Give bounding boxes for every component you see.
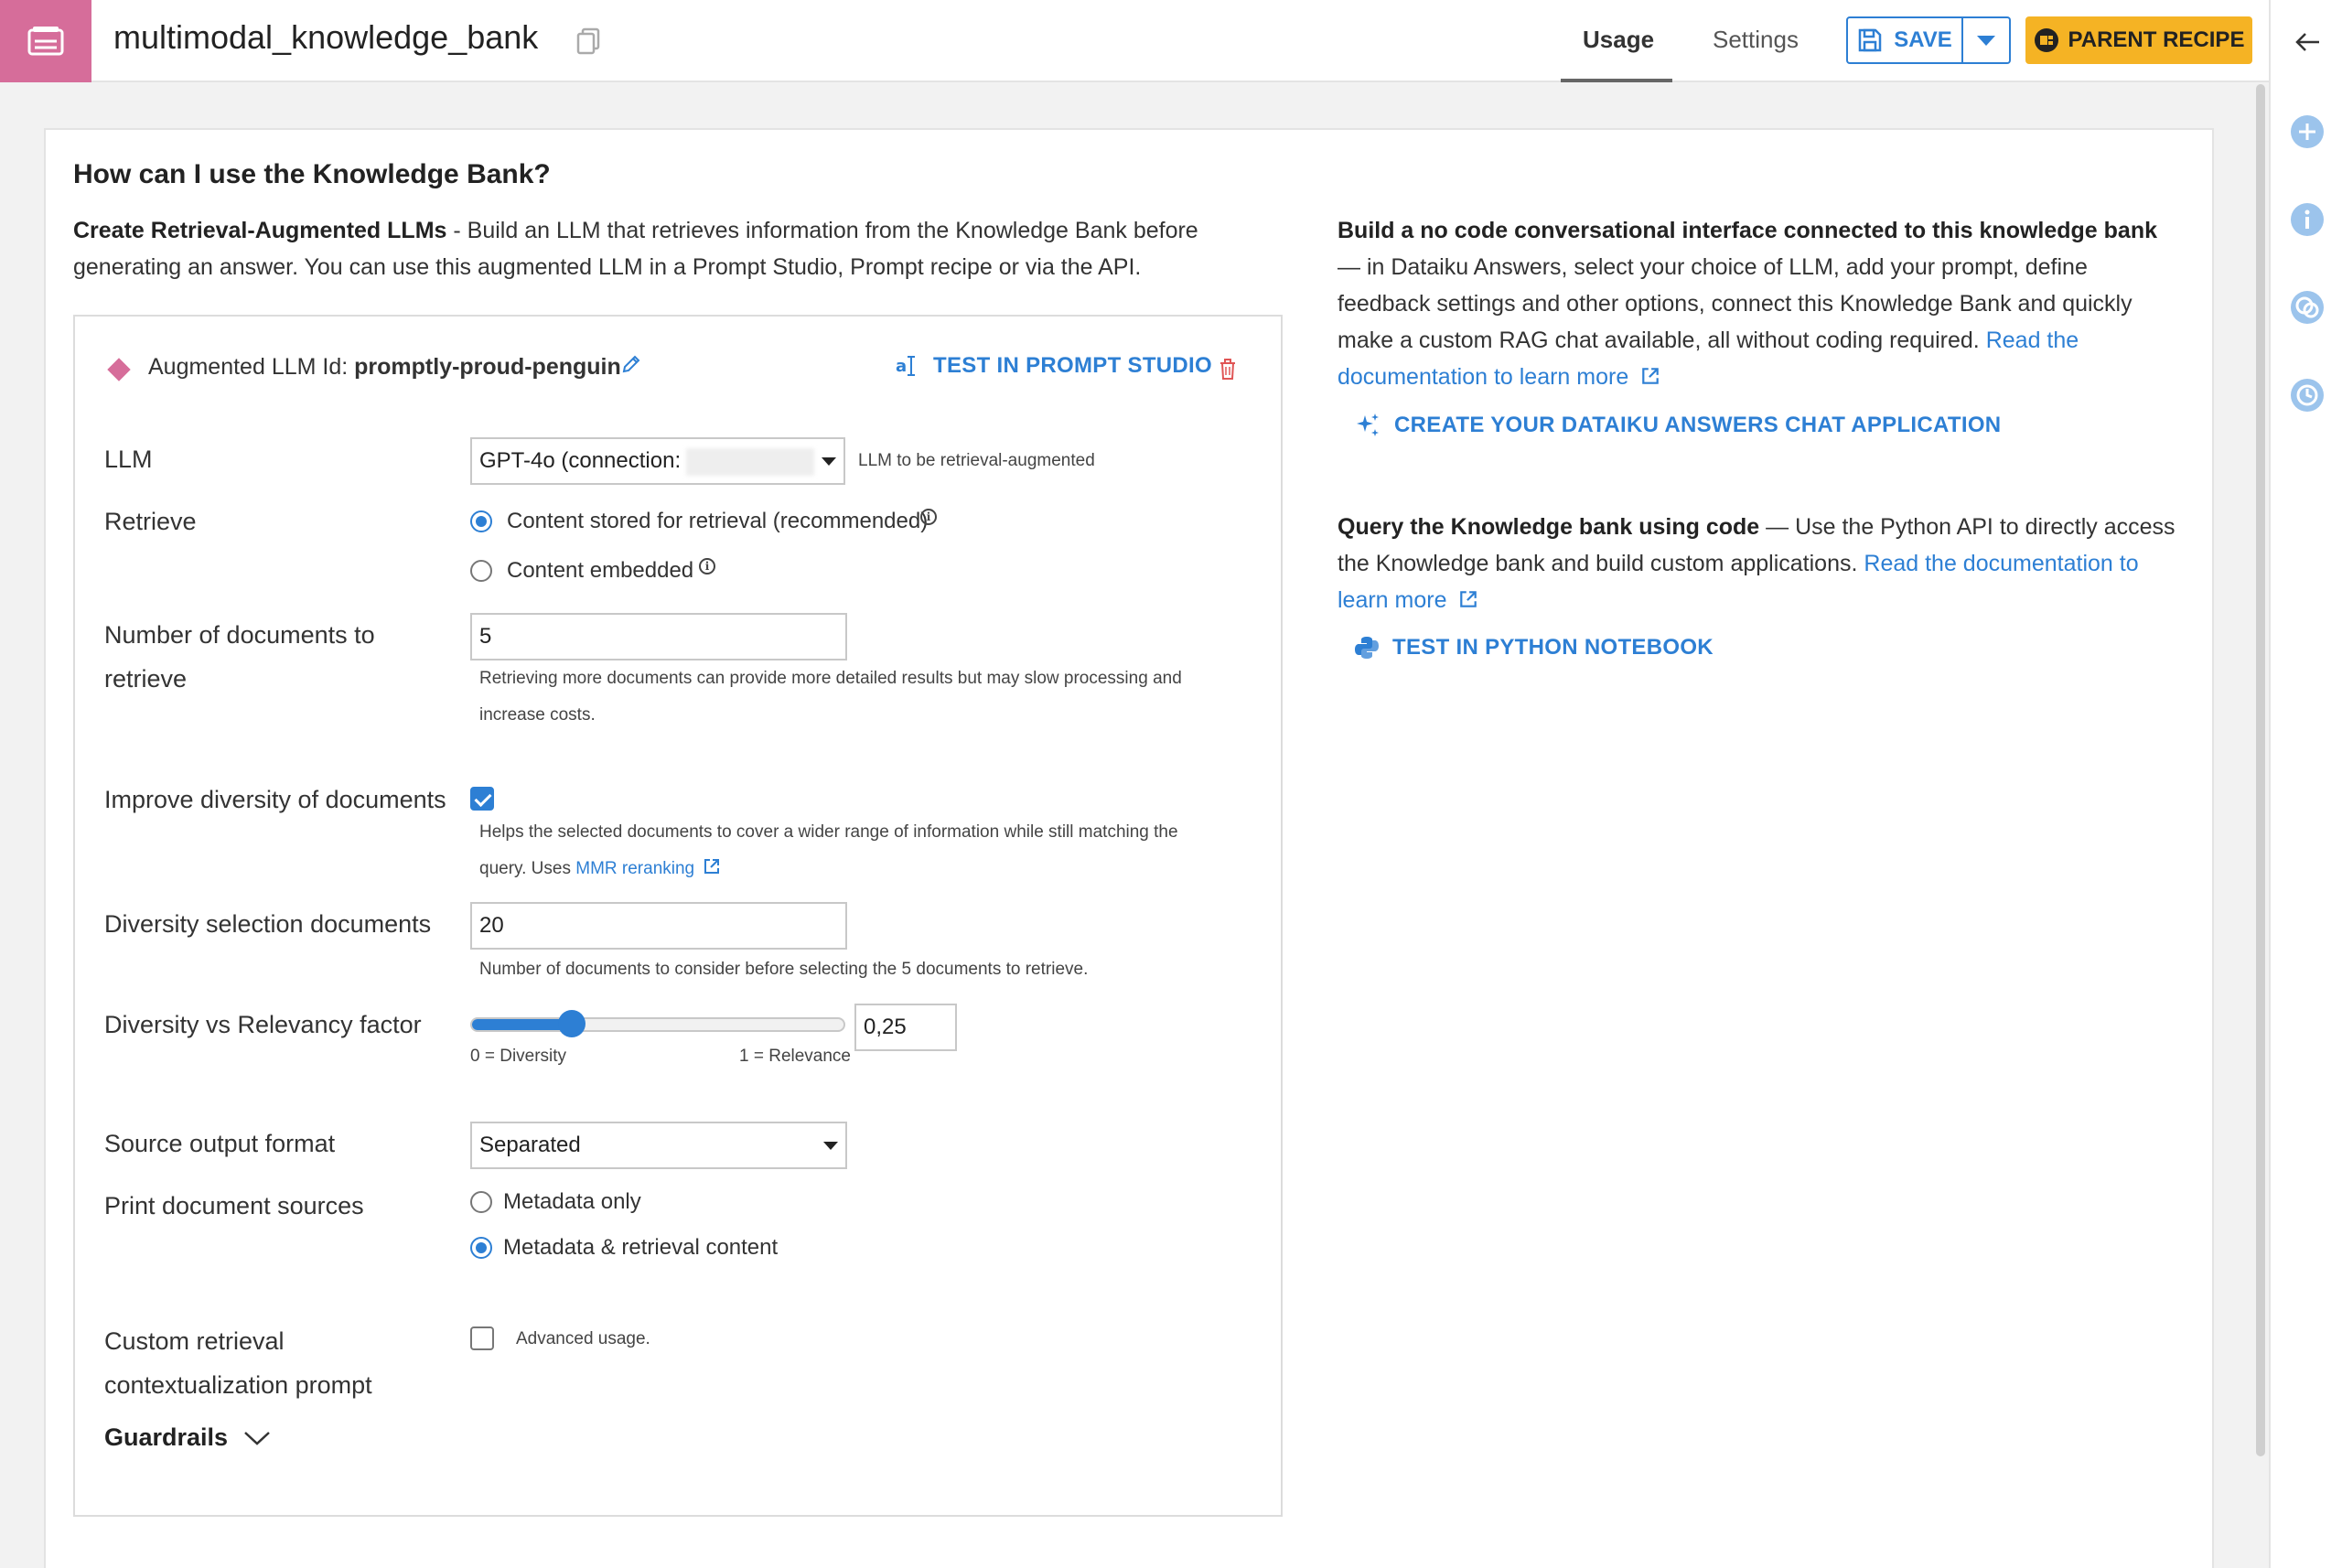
copy-icon[interactable]	[576, 27, 600, 59]
chevron-down-icon	[822, 456, 836, 466]
llm-label: LLM	[104, 446, 153, 473]
factor-slider-fill	[472, 1019, 572, 1030]
answers-title: Build a no code conversational interface…	[1338, 218, 2158, 243]
chat-icon[interactable]	[2289, 289, 2326, 326]
num-docs-label-line2: retrieve	[104, 665, 188, 693]
factor-slider[interactable]	[470, 1010, 845, 1037]
external-link-icon[interactable]	[1640, 366, 1660, 386]
factor-slider-thumb[interactable]	[558, 1010, 586, 1037]
augmented-llm-id-value: promptly-proud-penguin	[354, 354, 621, 380]
factor-label: Diversity vs Relevancy factor	[104, 1011, 422, 1038]
augmented-llm-id-label: Augmented LLM Id:	[148, 354, 355, 380]
active-tab-indicator	[1561, 79, 1672, 82]
code-title: Query the Knowledge bank using code	[1338, 514, 1760, 540]
parent-recipe-button[interactable]: PARENT RECIPE	[2025, 16, 2252, 64]
back-arrow-icon[interactable]	[2289, 24, 2326, 60]
recipe-icon	[2034, 28, 2058, 52]
chevron-down-icon	[1977, 35, 1995, 46]
save-label: SAVE	[1894, 27, 1952, 52]
create-answers-app-label: CREATE YOUR DATAIKU ANSWERS CHAT APPLICA…	[1394, 413, 2002, 437]
diversity-help-line1: Helps the selected documents to cover a …	[479, 822, 1178, 842]
tab-usage[interactable]: Usage	[1583, 26, 1654, 54]
num-docs-input[interactable]: 5	[470, 613, 847, 660]
top-bar: multimodal_knowledge_bank Usage Settings…	[0, 0, 2269, 82]
page-scrollbar[interactable]	[2256, 84, 2265, 1456]
redacted-connection	[686, 448, 814, 476]
retrieve-option-embedded-label[interactable]: Content embedded	[507, 558, 693, 584]
source-format-value: Separated	[479, 1133, 581, 1157]
sparkles-icon	[1357, 413, 1379, 436]
answers-section: Build a no code conversational interface…	[1338, 212, 2179, 395]
source-format-label: Source output format	[104, 1130, 336, 1157]
test-python-notebook-label: TEST IN PYTHON NOTEBOOK	[1392, 635, 1714, 660]
retrieve-option-stored-label[interactable]: Content stored for retrieval (recommende…	[507, 509, 928, 534]
div-sel-help: Number of documents to consider before s…	[479, 960, 1089, 979]
page-title[interactable]: multimodal_knowledge_bank	[113, 18, 538, 57]
prompt-studio-icon: a	[896, 356, 915, 376]
print-sources-metadata-content-radio[interactable]	[470, 1237, 492, 1259]
source-format-select[interactable]: Separated	[470, 1122, 847, 1169]
knowledge-bank-icon[interactable]	[0, 0, 91, 82]
info-icon[interactable]: i	[920, 509, 937, 525]
retrieve-option-embedded-radio[interactable]	[470, 560, 492, 582]
save-button[interactable]: SAVE	[1846, 16, 1963, 64]
llm-select-value: GPT-4o (connection:	[479, 448, 682, 473]
right-rail	[2269, 0, 2342, 1568]
plus-circle-icon[interactable]	[2289, 113, 2326, 150]
print-sources-metadata-label[interactable]: Metadata only	[503, 1189, 641, 1215]
custom-prompt-label-line1: Custom retrieval	[104, 1327, 285, 1355]
factor-input[interactable]: 0,25	[854, 1004, 957, 1051]
mmr-reranking-link[interactable]: MMR reranking	[575, 859, 694, 878]
python-icon	[1355, 637, 1379, 659]
diversity-help-text: query. Uses	[479, 859, 576, 878]
div-sel-label: Diversity selection documents	[104, 910, 432, 938]
test-in-prompt-studio-label: TEST IN PROMPT STUDIO	[933, 353, 1212, 378]
delete-trash-icon[interactable]	[1219, 359, 1237, 381]
factor-min-caption: 0 = Diversity	[470, 1047, 567, 1066]
create-answers-app-link[interactable]: CREATE YOUR DATAIKU ANSWERS CHAT APPLICA…	[1354, 412, 2001, 439]
guardrails-label: Guardrails	[104, 1423, 229, 1451]
num-docs-help-line2: increase costs.	[479, 705, 596, 725]
factor-max-caption: 1 = Relevance	[739, 1047, 851, 1066]
print-sources-label: Print document sources	[104, 1192, 364, 1219]
diversity-label: Improve diversity of documents	[104, 786, 446, 813]
edit-pencil-icon[interactable]	[620, 353, 642, 375]
info-icon[interactable]	[2289, 201, 2326, 238]
augmented-llm-id: Augmented LLM Id: promptly-proud-penguin	[148, 351, 621, 382]
tab-settings[interactable]: Settings	[1713, 26, 1799, 54]
external-link-icon[interactable]	[1458, 589, 1478, 609]
augmented-llm-diamond-icon	[107, 358, 131, 381]
custom-prompt-checkbox[interactable]	[470, 1326, 494, 1350]
guardrails-toggle[interactable]: Guardrails	[104, 1423, 272, 1452]
custom-prompt-help: Advanced usage.	[516, 1329, 650, 1348]
page-heading: How can I use the Knowledge Bank?	[73, 159, 551, 189]
test-in-prompt-studio-link[interactable]: a TEST IN PROMPT STUDIO	[895, 353, 1212, 379]
print-sources-metadata-radio[interactable]	[470, 1191, 492, 1213]
retrieve-option-stored-radio[interactable]	[470, 510, 492, 532]
chevron-down-icon	[244, 1431, 270, 1445]
num-docs-label-line1: Number of documents to	[104, 621, 375, 649]
info-icon[interactable]: i	[699, 558, 715, 575]
clock-icon[interactable]	[2289, 377, 2326, 413]
diversity-checkbox[interactable]	[470, 787, 494, 811]
rag-title: Create Retrieval-Augmented LLMs	[73, 218, 447, 243]
external-link-icon[interactable]	[703, 857, 721, 875]
retrieve-label: Retrieve	[104, 508, 197, 535]
rag-intro: Create Retrieval-Augmented LLMs - Build …	[73, 212, 1281, 285]
svg-text:a: a	[896, 357, 907, 376]
custom-prompt-label-line2: contextualization prompt	[104, 1371, 372, 1399]
parent-recipe-label: PARENT RECIPE	[2068, 27, 2245, 52]
diversity-help-line2: query. Uses MMR reranking	[479, 851, 721, 887]
llm-help: LLM to be retrieval-augmented	[858, 451, 1095, 470]
save-icon	[1858, 28, 1882, 52]
num-docs-help-line1: Retrieving more documents can provide mo…	[479, 669, 1182, 688]
chevron-down-icon	[823, 1141, 838, 1150]
llm-select[interactable]: GPT-4o (connection:	[470, 437, 845, 485]
code-section: Query the Knowledge bank using code — Us…	[1338, 509, 2179, 618]
save-dropdown-button[interactable]	[1963, 16, 2011, 64]
div-sel-input[interactable]: 20	[470, 902, 847, 950]
print-sources-metadata-content-label[interactable]: Metadata & retrieval content	[503, 1235, 778, 1261]
test-python-notebook-link[interactable]: TEST IN PYTHON NOTEBOOK	[1354, 635, 1714, 660]
